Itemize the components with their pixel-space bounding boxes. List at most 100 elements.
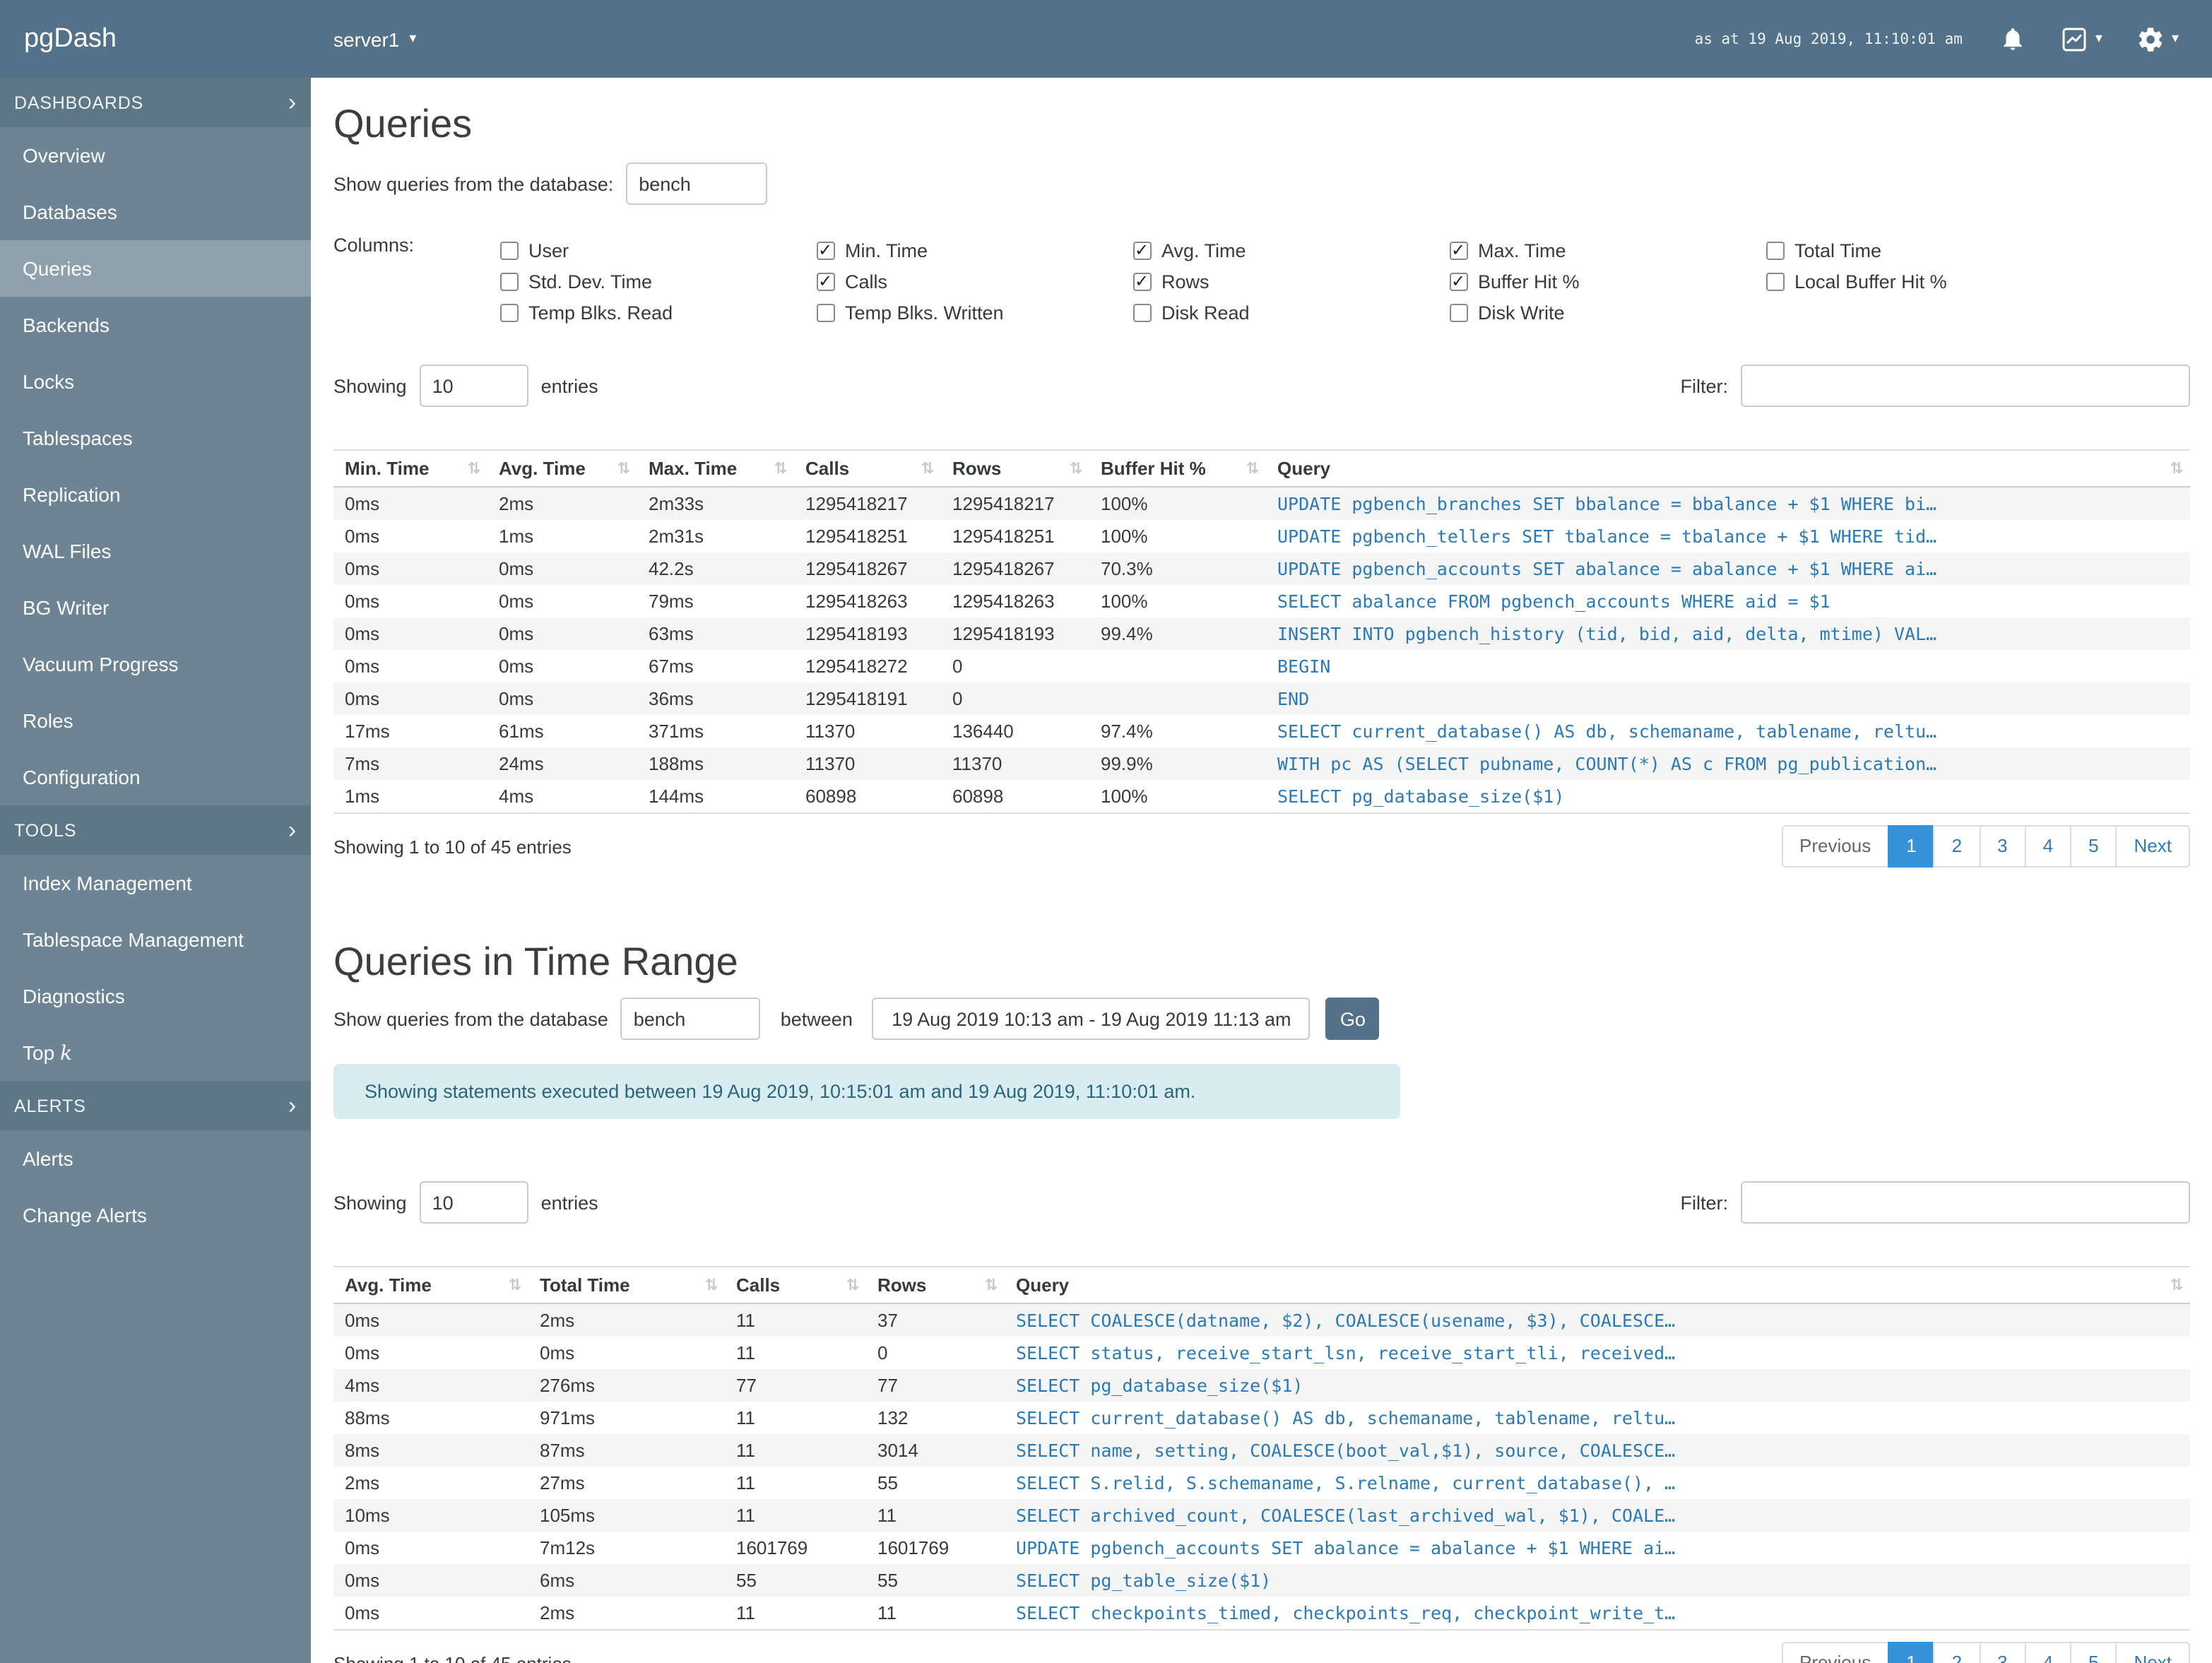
query-link[interactable]: SELECT current_database() AS db, scheman… — [1266, 715, 2190, 747]
pagination-page-3[interactable]: 3 — [1979, 825, 2026, 868]
checkbox-temp-blks-read[interactable] — [500, 303, 519, 321]
checkbox-avg-time[interactable] — [1133, 239, 1152, 259]
column-toggle-std-dev-time[interactable]: Std. Dev. Time — [500, 266, 817, 297]
query-link[interactable]: SELECT pg_database_size($1) — [1266, 780, 2190, 813]
sidebar-item-index-management[interactable]: Index Management — [0, 855, 311, 911]
column-toggle-calls[interactable]: Calls — [817, 266, 1133, 297]
database-input[interactable] — [620, 998, 761, 1040]
query-link[interactable]: UPDATE pgbench_branches SET bbalance = b… — [1266, 487, 2190, 520]
server-selector[interactable]: server1 ▾ — [333, 28, 416, 50]
checkbox-buffer-hit[interactable] — [1450, 271, 1468, 290]
sidebar-item-tablespace-management[interactable]: Tablespace Management — [0, 911, 311, 968]
sidebar-item-replication[interactable]: Replication — [0, 466, 311, 523]
column-toggle-disk-read[interactable]: Disk Read — [1133, 297, 1450, 328]
sidebar-item-alerts[interactable]: Alerts — [0, 1130, 311, 1187]
sidebar-item-locks[interactable]: Locks — [0, 353, 311, 410]
query-link[interactable]: END — [1266, 682, 2190, 715]
query-link[interactable]: SELECT name, setting, COALESCE(boot_val,… — [1005, 1434, 2190, 1467]
sidebar-section-alerts[interactable]: ALERTS › — [0, 1081, 311, 1130]
sidebar-item-backends[interactable]: Backends — [0, 297, 311, 353]
query-link[interactable]: INSERT INTO pgbench_history (tid, bid, a… — [1266, 617, 2190, 650]
sidebar-item-bg-writer[interactable]: BG Writer — [0, 579, 311, 636]
query-link[interactable]: SELECT status, receive_start_lsn, receiv… — [1005, 1337, 2190, 1369]
sidebar-item-overview[interactable]: Overview — [0, 127, 311, 184]
sidebar-item-configuration[interactable]: Configuration — [0, 749, 311, 805]
pagination-page-4[interactable]: 4 — [2024, 1642, 2072, 1663]
column-header-avg-time[interactable]: Avg. Time ⇅ — [487, 449, 637, 487]
column-header-total-time[interactable]: Total Time ⇅ — [528, 1266, 725, 1304]
pagination-page-1[interactable]: 1 — [1888, 825, 1935, 868]
column-toggle-avg-time[interactable]: Avg. Time — [1133, 235, 1450, 266]
query-link[interactable]: SELECT S.relid, S.schemaname, S.relname,… — [1005, 1467, 2190, 1499]
pagination-page-1[interactable]: 1 — [1888, 1642, 1935, 1663]
checkbox-min-time[interactable] — [817, 239, 835, 259]
column-header-calls[interactable]: Calls ⇅ — [794, 449, 941, 487]
sidebar-item-queries[interactable]: Queries — [0, 240, 311, 297]
column-toggle-temp-blks-read[interactable]: Temp Blks. Read — [500, 297, 817, 328]
pagination-page-2[interactable]: 2 — [1933, 1642, 1981, 1663]
filter-input[interactable] — [1741, 365, 2190, 407]
column-toggle-min-time[interactable]: Min. Time — [817, 235, 1133, 266]
pagination-page-2[interactable]: 2 — [1933, 825, 1981, 868]
column-toggle-buffer-hit[interactable]: Buffer Hit % — [1450, 266, 1766, 297]
sidebar-item-tablespaces[interactable]: Tablespaces — [0, 410, 311, 466]
sidebar-item-vacuum-progress[interactable]: Vacuum Progress — [0, 636, 311, 692]
query-link[interactable]: UPDATE pgbench_accounts SET abalance = a… — [1266, 552, 2190, 585]
column-header-avg-time[interactable]: Avg. Time ⇅ — [333, 1266, 528, 1304]
entries-count-input[interactable] — [419, 1181, 528, 1224]
column-header-query[interactable]: Query ⇅ — [1266, 449, 2190, 487]
brand-logo[interactable]: pgDash — [0, 23, 311, 54]
query-link[interactable]: SELECT abalance FROM pgbench_accounts WH… — [1266, 585, 2190, 617]
sidebar-item-top-k[interactable]: Top k — [0, 1024, 311, 1081]
column-header-rows[interactable]: Rows ⇅ — [866, 1266, 1005, 1304]
column-toggle-temp-blks-written[interactable]: Temp Blks. Written — [817, 297, 1133, 328]
sidebar-item-wal-files[interactable]: WAL Files — [0, 523, 311, 579]
charts-menu[interactable]: ▾ — [2060, 25, 2102, 53]
checkbox-temp-blks-written[interactable] — [817, 303, 835, 321]
query-link[interactable]: SELECT COALESCE(datname, $2), COALESCE(u… — [1005, 1303, 2190, 1337]
checkbox-std-dev-time[interactable] — [500, 272, 519, 290]
sidebar-item-diagnostics[interactable]: Diagnostics — [0, 968, 311, 1024]
pagination-page-5[interactable]: 5 — [2070, 825, 2117, 868]
column-header-calls[interactable]: Calls ⇅ — [725, 1266, 866, 1304]
column-header-max-time[interactable]: Max. Time ⇅ — [637, 449, 794, 487]
query-link[interactable]: SELECT pg_table_size($1) — [1005, 1564, 2190, 1597]
column-toggle-local-buffer-hit[interactable]: Local Buffer Hit % — [1766, 266, 2083, 297]
checkbox-calls[interactable] — [817, 271, 835, 290]
pagination-page-4[interactable]: 4 — [2024, 825, 2072, 868]
notifications-bell-icon[interactable] — [1999, 25, 2026, 52]
pagination-next[interactable]: Next — [2115, 1642, 2190, 1663]
query-link[interactable]: BEGIN — [1266, 650, 2190, 682]
query-link[interactable]: UPDATE pgbench_tellers SET tbalance = tb… — [1266, 520, 2190, 552]
sidebar-item-change-alerts[interactable]: Change Alerts — [0, 1187, 311, 1243]
query-link[interactable]: SELECT checkpoints_timed, checkpoints_re… — [1005, 1597, 2190, 1630]
query-link[interactable]: WITH pc AS (SELECT pubname, COUNT(*) AS … — [1266, 747, 2190, 780]
query-link[interactable]: UPDATE pgbench_accounts SET abalance = a… — [1005, 1532, 2190, 1564]
query-link[interactable]: SELECT pg_database_size($1) — [1005, 1369, 2190, 1402]
query-link[interactable]: SELECT current_database() AS db, scheman… — [1005, 1402, 2190, 1434]
entries-count-input[interactable] — [419, 365, 528, 407]
column-toggle-user[interactable]: User — [500, 235, 817, 266]
checkbox-user[interactable] — [500, 241, 519, 259]
pagination-page-5[interactable]: 5 — [2070, 1642, 2117, 1663]
time-range-input[interactable] — [872, 998, 1311, 1040]
checkbox-disk-read[interactable] — [1133, 303, 1152, 321]
checkbox-rows[interactable] — [1133, 271, 1152, 290]
column-toggle-disk-write[interactable]: Disk Write — [1450, 297, 1766, 328]
sidebar-item-roles[interactable]: Roles — [0, 692, 311, 749]
sidebar-section-dashboards[interactable]: DASHBOARDS › — [0, 78, 311, 127]
query-link[interactable]: SELECT archived_count, COALESCE(last_arc… — [1005, 1499, 2190, 1532]
checkbox-total-time[interactable] — [1766, 241, 1785, 259]
pagination-next[interactable]: Next — [2115, 825, 2190, 868]
checkbox-disk-write[interactable] — [1450, 303, 1468, 321]
sidebar-item-databases[interactable]: Databases — [0, 184, 311, 240]
pagination-previous[interactable]: Previous — [1781, 1642, 1890, 1663]
column-header-rows[interactable]: Rows ⇅ — [941, 449, 1089, 487]
column-toggle-total-time[interactable]: Total Time — [1766, 235, 2083, 266]
column-header-query[interactable]: Query ⇅ — [1005, 1266, 2190, 1304]
column-toggle-max-time[interactable]: Max. Time — [1450, 235, 1766, 266]
database-input[interactable] — [626, 162, 768, 205]
filter-input[interactable] — [1741, 1181, 2190, 1224]
checkbox-local-buffer-hit[interactable] — [1766, 272, 1785, 290]
column-header-buffer-hit[interactable]: Buffer Hit % ⇅ — [1089, 449, 1266, 487]
